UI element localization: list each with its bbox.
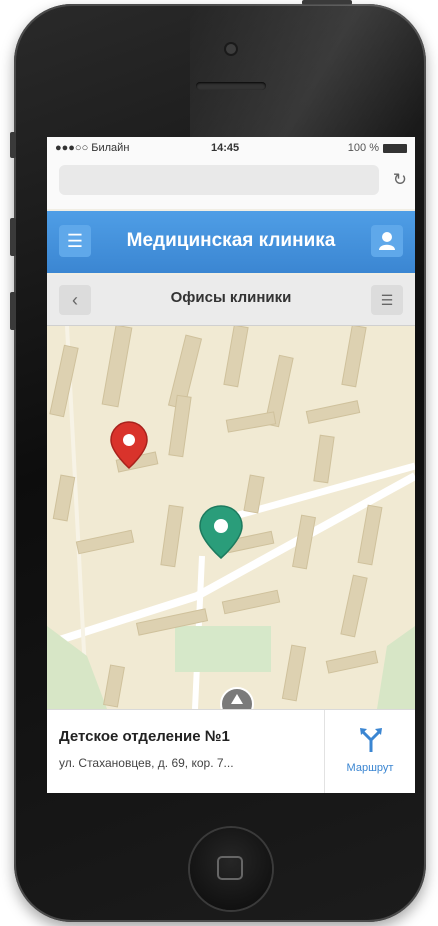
browser-toolbar: ↻ xyxy=(47,159,415,209)
screen: ●●●○○ Билайн 14:45 100 % ↻ ☰ Медицинская… xyxy=(47,137,415,793)
route-fork-icon xyxy=(360,728,382,752)
chevron-left-icon[interactable]: ‹ xyxy=(59,285,91,315)
user-icon[interactable] xyxy=(371,225,403,257)
mute-switch xyxy=(10,132,16,158)
address-bar[interactable] xyxy=(59,165,379,195)
app-title: Медицинская клиника xyxy=(126,230,336,251)
earpiece-speaker xyxy=(196,82,266,90)
menu-icon[interactable]: ☰ xyxy=(59,225,91,257)
reload-icon[interactable]: ↻ xyxy=(393,170,407,190)
map-view[interactable] xyxy=(47,326,415,709)
home-square-icon xyxy=(217,856,243,880)
volume-up-button xyxy=(10,218,16,256)
carrier-label: ●●●○○ Билайн xyxy=(55,142,130,154)
list-icon[interactable]: ☰ xyxy=(371,285,403,315)
page-header: ‹ Офисы клиники ☰ xyxy=(47,275,415,326)
office-info-panel[interactable]: Детское отделение №1 ул. Стахановцев, д.… xyxy=(47,709,415,793)
route-button[interactable]: Маршрут xyxy=(324,710,415,793)
front-camera xyxy=(226,44,236,54)
route-label: Маршрут xyxy=(346,762,394,774)
clock: 14:45 xyxy=(211,142,240,154)
power-button xyxy=(302,0,352,5)
app-header: ☰ Медицинская клиника xyxy=(47,211,415,273)
battery-icon xyxy=(383,144,407,153)
status-bar: ●●●○○ Билайн 14:45 100 % xyxy=(47,137,415,159)
office-name: Детское отделение №1 xyxy=(59,728,230,745)
office-address: ул. Стахановцев, д. 69, кор. 7... xyxy=(59,756,234,770)
battery-percent: 100 % xyxy=(347,142,379,154)
page-title: Офисы клиники xyxy=(170,289,292,306)
volume-down-button xyxy=(10,292,16,330)
